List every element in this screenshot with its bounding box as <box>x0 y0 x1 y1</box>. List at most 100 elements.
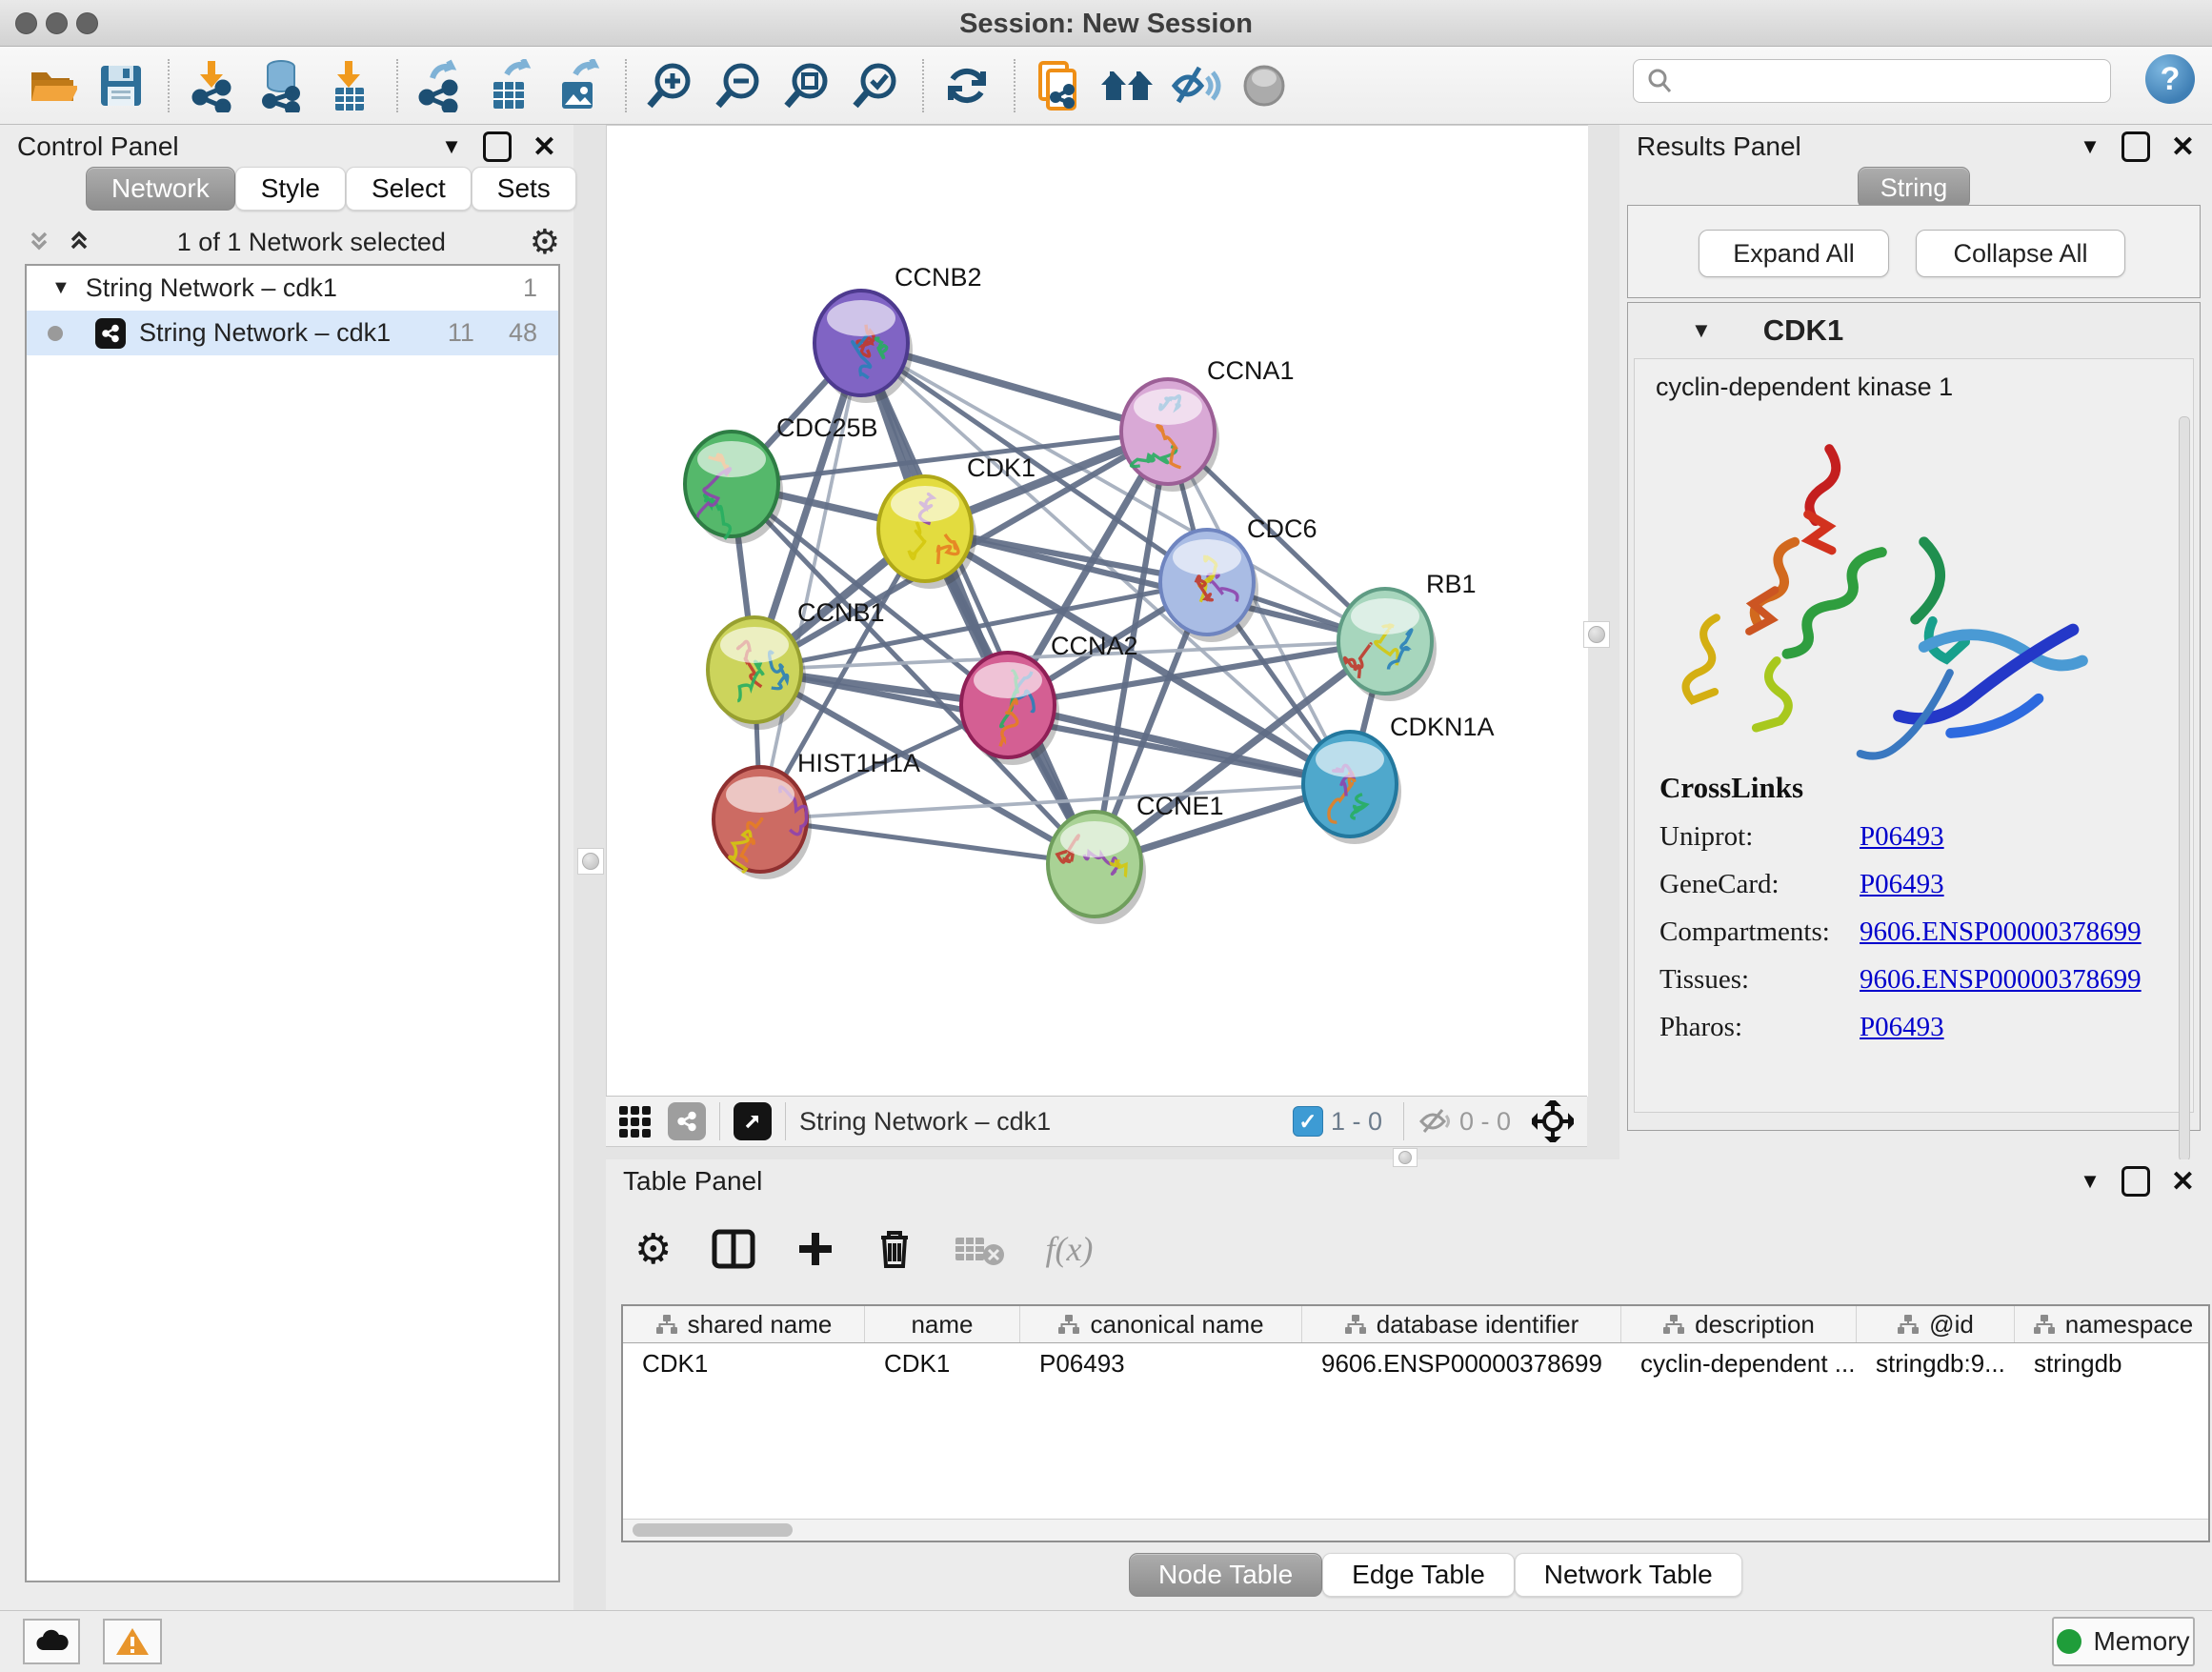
export-network-icon[interactable] <box>413 58 469 113</box>
panel-collapse-icon[interactable]: ▼ <box>441 134 462 159</box>
expand-all-button[interactable]: Expand All <box>1699 230 1889 277</box>
crosslink-link[interactable]: 9606.ENSP00000378699 <box>1860 964 2142 996</box>
birds-eye-view-icon[interactable] <box>619 1106 651 1138</box>
selected-nodes-checkbox-icon[interactable]: ✓ <box>1293 1106 1323 1137</box>
export-image-icon[interactable] <box>551 58 606 113</box>
table-cell[interactable]: CDK1 <box>623 1349 865 1379</box>
network-row-selected[interactable]: String Network – cdk1 11 48 <box>27 311 558 355</box>
column-header-description[interactable]: description <box>1621 1306 1857 1342</box>
import-network-file-icon[interactable] <box>185 58 240 113</box>
node-CCNA1[interactable]: CCNA1 <box>1121 356 1295 492</box>
search-input[interactable] <box>1633 59 2111 103</box>
node-table[interactable]: shared namenamecanonical name database id… <box>621 1304 2210 1542</box>
string-network-graph[interactable]: CCNB2CCNA1CDC25BCDK1CDC6RB1CCNB1CCNA2CDK… <box>607 126 1588 1097</box>
zoom-fit-icon[interactable] <box>779 58 835 113</box>
create-column-icon[interactable] <box>795 1229 835 1269</box>
table-horizontal-scrollbar[interactable] <box>623 1519 2208 1541</box>
column-header-name[interactable]: name <box>865 1306 1020 1342</box>
export-table-icon[interactable] <box>482 58 537 113</box>
right-splitter-handle[interactable] <box>1583 621 1610 648</box>
gene-collapse-icon[interactable]: ▼ <box>1691 318 1712 343</box>
network-collection-row[interactable]: ▼ String Network – cdk1 1 <box>27 266 558 311</box>
table-cell[interactable]: stringdb:9... <box>1857 1349 2015 1379</box>
column-header--id[interactable]: @id <box>1857 1306 2015 1342</box>
delete-table-icon <box>954 1230 1005 1268</box>
zoom-selected-icon[interactable] <box>848 58 903 113</box>
panel-collapse-icon[interactable]: ▼ <box>2080 1169 2101 1194</box>
node-label-HIST1H1A: HIST1H1A <box>797 749 920 777</box>
node-label-CCNA2: CCNA2 <box>1051 632 1138 660</box>
column-header-namespace[interactable]: namespace <box>2015 1306 2210 1342</box>
warnings-button[interactable] <box>103 1619 162 1664</box>
column-header-database-identifier[interactable]: database identifier <box>1302 1306 1621 1342</box>
save-session-icon[interactable] <box>93 58 149 113</box>
node-CDKN1A[interactable]: CDKN1A <box>1303 713 1495 844</box>
open-session-icon[interactable] <box>25 58 80 113</box>
first-neighbors-icon[interactable] <box>1099 58 1155 113</box>
column-header-canonical-name[interactable]: canonical name <box>1020 1306 1302 1342</box>
table-row[interactable]: CDK1CDK1P064939606.ENSP00000378699cyclin… <box>623 1343 2208 1383</box>
tab-node-table[interactable]: Node Table <box>1129 1553 1322 1597</box>
tree-expand-icon[interactable]: ▼ <box>51 277 70 299</box>
crosslink-link[interactable]: 9606.ENSP00000378699 <box>1860 917 2142 948</box>
network-canvas[interactable]: CCNB2CCNA1CDC25BCDK1CDC6RB1CCNB1CCNA2CDK… <box>606 125 1588 1097</box>
tab-select[interactable]: Select <box>346 167 472 211</box>
table-cell[interactable]: stringdb <box>2015 1349 2210 1379</box>
import-network-database-icon[interactable] <box>253 58 309 113</box>
fit-content-crosshair-icon[interactable] <box>1532 1100 1574 1142</box>
table-cell[interactable]: 9606.ENSP00000378699 <box>1302 1349 1621 1379</box>
node-label-CCNA1: CCNA1 <box>1207 356 1295 385</box>
table-cell[interactable]: cyclin-dependent ... <box>1621 1349 1857 1379</box>
network-options-gear-icon[interactable]: ⚙ <box>530 222 560 262</box>
tab-style[interactable]: Style <box>235 167 346 211</box>
table-options-gear-icon[interactable]: ⚙ <box>634 1225 672 1274</box>
zoom-out-icon[interactable] <box>711 58 766 113</box>
collapse-all-networks-icon[interactable] <box>65 228 93 256</box>
node-CDC6[interactable]: CDC6 <box>1160 514 1317 642</box>
delete-column-icon[interactable] <box>875 1228 914 1270</box>
results-tab-string[interactable]: String <box>1858 167 1970 209</box>
panel-float-icon[interactable] <box>483 131 512 162</box>
zoom-in-icon[interactable] <box>642 58 697 113</box>
table-cell[interactable]: CDK1 <box>865 1349 1020 1379</box>
results-scrollbar[interactable] <box>2179 416 2190 1161</box>
left-splitter-handle[interactable] <box>577 848 604 875</box>
refresh-layout-icon[interactable] <box>939 58 995 113</box>
import-table-file-icon[interactable] <box>322 58 377 113</box>
hide-selected-icon[interactable] <box>1168 58 1223 113</box>
collapse-all-button[interactable]: Collapse All <box>1916 230 2125 277</box>
column-label: database identifier <box>1377 1310 1579 1340</box>
tab-sets[interactable]: Sets <box>472 167 576 211</box>
panel-close-icon[interactable]: ✕ <box>2171 1165 2195 1199</box>
help-button[interactable]: ? <box>2145 54 2195 104</box>
crosslink-label: GeneCard: <box>1659 869 1860 900</box>
detach-view-icon[interactable] <box>734 1102 772 1140</box>
node-CCNB2[interactable]: CCNB2 <box>814 263 982 403</box>
panel-float-icon[interactable] <box>2122 1166 2150 1197</box>
gene-header-row[interactable]: ▼ CDK1 <box>1628 303 2200 358</box>
expand-all-networks-icon[interactable] <box>25 228 53 256</box>
crosslink-link[interactable]: P06493 <box>1860 1012 1944 1043</box>
crosslink-link[interactable]: P06493 <box>1860 821 1944 853</box>
edge-CCNA2-CDKN1A[interactable] <box>1008 705 1350 784</box>
network-snapshot-icon[interactable] <box>1031 58 1086 113</box>
node-RB1[interactable]: RB1 <box>1338 570 1477 701</box>
panel-collapse-icon[interactable]: ▼ <box>2080 134 2101 159</box>
bottom-splitter-handle[interactable] <box>1393 1148 1418 1167</box>
panel-float-icon[interactable] <box>2122 131 2150 162</box>
table-cell[interactable]: P06493 <box>1020 1349 1302 1379</box>
node-CCNE1[interactable]: CCNE1 <box>1048 792 1224 924</box>
panel-close-icon[interactable]: ✕ <box>2171 131 2195 164</box>
tab-network-table[interactable]: Network Table <box>1515 1553 1742 1597</box>
tab-network[interactable]: Network <box>86 167 235 211</box>
cloud-status-button[interactable] <box>23 1619 80 1664</box>
tab-edge-table[interactable]: Edge Table <box>1322 1553 1515 1597</box>
string-view-icon[interactable] <box>668 1102 706 1140</box>
node-HIST1H1A[interactable]: HIST1H1A <box>714 749 920 879</box>
panel-close-icon[interactable]: ✕ <box>533 131 556 164</box>
crosslink-link[interactable]: P06493 <box>1860 869 1944 900</box>
scrollbar-thumb[interactable] <box>633 1523 793 1537</box>
show-columns-icon[interactable] <box>712 1229 755 1269</box>
column-header-shared-name[interactable]: shared name <box>623 1306 865 1342</box>
memory-button[interactable]: Memory <box>2052 1617 2195 1666</box>
